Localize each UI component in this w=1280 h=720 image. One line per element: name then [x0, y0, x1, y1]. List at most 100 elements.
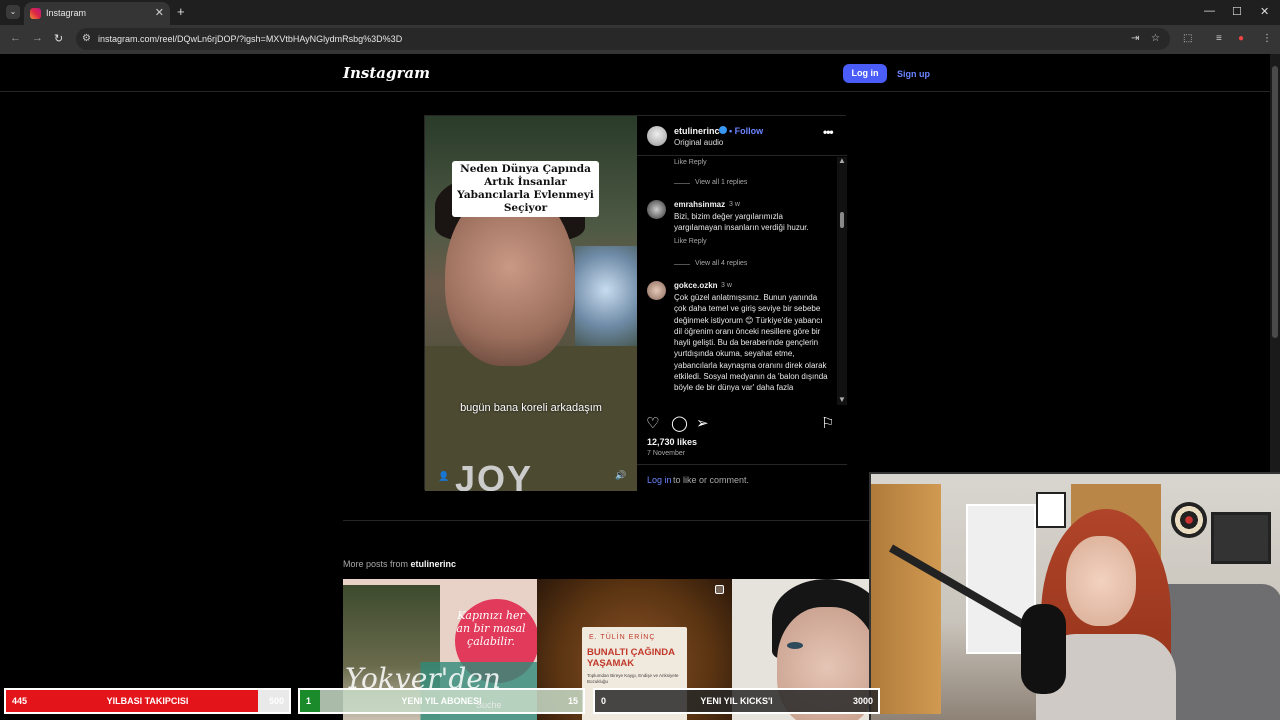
close-window-icon[interactable]: ✕: [1260, 5, 1269, 18]
scroll-up-icon[interactable]: ▲: [838, 156, 846, 165]
tab-close-icon[interactable]: ✕: [155, 6, 164, 19]
comment-text: Çok güzel anlatmışsınız. Bunun yanında ç…: [674, 293, 828, 393]
video-shirt: JOY: [425, 346, 637, 491]
goal-bar-kicks: 0 YENI YIL KICKS'I 3000: [593, 688, 880, 714]
webcam-wall-frame: [1211, 512, 1271, 564]
signup-link[interactable]: Sign up: [897, 69, 930, 79]
audio-toggle-icon[interactable]: 🔊: [615, 470, 626, 481]
more-posts-prefix: More posts from: [343, 559, 409, 569]
video-background-sky: [575, 246, 637, 356]
comment-username[interactable]: gokce.ozkn: [674, 281, 718, 290]
back-icon[interactable]: ←: [10, 32, 21, 44]
goal-target: 500: [268, 696, 284, 706]
more-posts-user[interactable]: etulinerinc: [411, 559, 457, 569]
verified-badge-icon: [719, 126, 727, 134]
video-caption-overlay: Neden Dünya Çapında Artık İnsanlar Yaban…: [452, 161, 599, 217]
view-replies-link[interactable]: View all 4 replies: [695, 260, 747, 267]
likes-count[interactable]: 12,730 likes: [647, 437, 697, 447]
webcam-overlay: [869, 472, 1280, 720]
reel-post: JOY Neden Dünya Çapında Artık İnsanlar Y…: [424, 115, 847, 491]
share-send-icon[interactable]: ➢: [696, 414, 709, 432]
url-text[interactable]: instagram.com/reel/DQwLn6rjDOP/?igsh=MXV…: [98, 34, 402, 44]
comments-list: Like Reply View all 1 replies emrahsinma…: [637, 157, 837, 405]
thumbnail-quote: Kapınızı her an bir masal çalabilir.: [456, 609, 526, 648]
tab-title: Instagram: [46, 8, 87, 18]
streamer-face: [1066, 536, 1136, 626]
comment-username[interactable]: emrahsinmaz: [674, 200, 725, 209]
login-to-comment-link[interactable]: Log in: [647, 475, 672, 485]
book-author: E. TÜLİN ERİNÇ: [589, 634, 656, 641]
book-subtitle: Toplumdan Bireye Kaygı, Endişe ve Anksiy…: [587, 673, 679, 684]
replies-line: [674, 264, 690, 265]
view-replies-link[interactable]: View all 1 replies: [695, 179, 747, 186]
comment-bubble-icon[interactable]: ◯: [671, 414, 688, 432]
browser-tab-bar: ⌄ Instagram ✕ + — ☐ ✕: [0, 0, 1280, 25]
replies-line: [674, 183, 690, 184]
tab-search-dropdown-icon[interactable]: ⌄: [6, 5, 20, 19]
post-date: 7 November: [647, 450, 686, 457]
shirt-print: JOY: [455, 458, 534, 491]
comment-avatar[interactable]: [647, 200, 666, 219]
post-header: etulinerinc • Follow Original audio •••: [637, 116, 847, 156]
save-bookmark-icon[interactable]: ⚐: [821, 414, 834, 432]
carousel-icon: [715, 585, 724, 594]
original-audio-link[interactable]: Original audio: [674, 138, 723, 147]
address-bar[interactable]: ⚙ instagram.com/reel/DQwLn6rjDOP/?igsh=M…: [76, 28, 1170, 50]
comment-actions[interactable]: Like Reply: [674, 238, 707, 245]
goal-label: YILBASI TAKIPCISI: [106, 696, 189, 706]
forward-icon[interactable]: →: [32, 32, 43, 44]
new-tab-icon[interactable]: +: [177, 4, 185, 19]
site-info-icon[interactable]: ⚙: [82, 33, 91, 44]
thumbnail-eye: [787, 642, 803, 649]
scroll-down-icon[interactable]: ▼: [838, 395, 846, 404]
taskbar-search[interactable]: Suche: [476, 700, 502, 710]
goal-target: 15: [567, 696, 578, 706]
scroll-thumb[interactable]: [840, 212, 844, 228]
author-avatar[interactable]: [647, 126, 667, 146]
post-actions: ♡ ◯ ➢ ⚐: [637, 409, 847, 437]
browser-toolbar: ← → ↻ ⚙ instagram.com/reel/DQwLn6rjDOP/?…: [0, 25, 1280, 54]
login-prompt: Log in to like or comment.: [637, 464, 847, 491]
extensions-icon[interactable]: ⬚: [1183, 33, 1192, 44]
comment-avatar[interactable]: [647, 281, 666, 300]
section-divider: [343, 520, 927, 521]
book-title: BUNALTI ÇAĞINDA YAŞAMAK: [587, 647, 675, 669]
comment-text: Bizi, bizim değer yargılarımızla yargıla…: [674, 212, 809, 233]
author-username[interactable]: etulinerinc: [674, 126, 720, 136]
comment-actions[interactable]: Like Reply: [674, 159, 707, 166]
media-control-icon[interactable]: ≡: [1216, 33, 1222, 44]
bookmark-star-icon[interactable]: ☆: [1151, 33, 1160, 44]
webcam-door: [871, 484, 941, 714]
reload-icon[interactable]: ↻: [54, 32, 63, 45]
login-button[interactable]: Log in: [843, 64, 887, 83]
login-prompt-text: to like or comment.: [673, 475, 750, 485]
webcam-picture-frame: [1036, 492, 1066, 528]
maximize-icon[interactable]: ☐: [1232, 5, 1242, 18]
instagram-logo[interactable]: Instagram: [343, 64, 430, 82]
menu-kebab-icon[interactable]: ⋮: [1262, 33, 1272, 44]
like-heart-icon[interactable]: ♡: [646, 414, 659, 432]
comments-scrollbar[interactable]: ▲ ▼: [837, 156, 847, 405]
instagram-header: Instagram Log in Sign up: [0, 54, 1270, 92]
more-posts-heading: More posts from etulinerinc: [343, 559, 456, 569]
comment-time: 3 w: [729, 201, 740, 208]
more-options-icon[interactable]: •••: [823, 125, 834, 139]
goal-bar-followers: 445 YILBASI TAKIPCISI 500: [4, 688, 291, 714]
comment-time: 3 w: [721, 282, 732, 289]
follow-button[interactable]: • Follow: [729, 126, 763, 136]
minimize-icon[interactable]: —: [1204, 5, 1215, 17]
page-scroll-thumb[interactable]: [1272, 66, 1278, 338]
microphone-icon: [1021, 604, 1066, 694]
goal-label: YENI YIL KICKS'I: [700, 696, 773, 706]
dartboard-icon: [1171, 502, 1207, 538]
goal-label: YENI YIL ABONESI: [401, 696, 482, 706]
profile-icon[interactable]: ●: [1238, 33, 1244, 44]
reel-video[interactable]: JOY Neden Dünya Çapında Artık İnsanlar Y…: [425, 116, 637, 491]
install-app-icon[interactable]: ⇥: [1131, 33, 1139, 44]
tagged-user-icon[interactable]: 👤: [438, 471, 449, 482]
goal-bar-subs: 1 YENI YIL ABONESI 15: [298, 688, 585, 714]
browser-tab[interactable]: Instagram ✕: [24, 2, 170, 25]
post-sidebar: etulinerinc • Follow Original audio ••• …: [637, 116, 847, 491]
video-subtitle: bugün bana koreli arkadaşım: [460, 402, 602, 414]
goal-target: 3000: [852, 696, 873, 706]
